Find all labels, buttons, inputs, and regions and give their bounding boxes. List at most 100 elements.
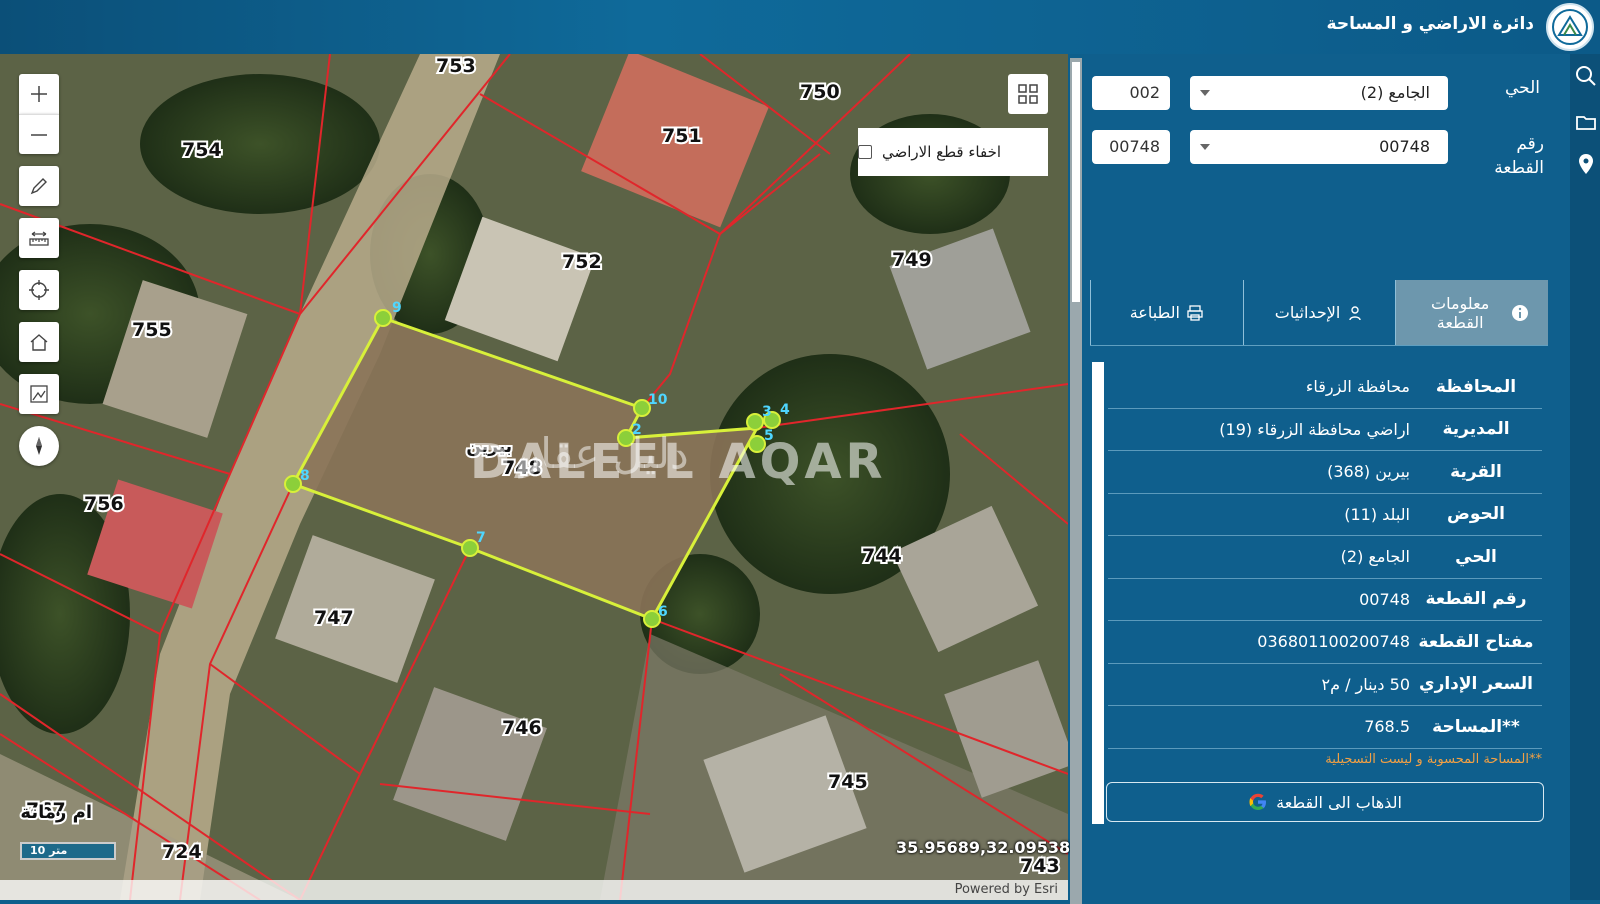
folder-icon[interactable]: [1574, 110, 1598, 134]
compass-button[interactable]: [19, 426, 59, 466]
place-label: ام رمانة: [20, 802, 92, 823]
chevron-down-icon: [1200, 90, 1210, 96]
parcel-label: 753: [436, 55, 476, 77]
vertex-label: 4: [780, 402, 790, 418]
watermark: DALEEL AQAR: [470, 434, 887, 490]
parcel-select-value: 00748: [1379, 137, 1430, 156]
esri-attribution: Powered by Esri: [0, 880, 1068, 900]
info-value: بيرين (368): [1327, 462, 1410, 482]
info-value: الجامع (2): [1340, 547, 1410, 567]
info-row: المحافظة محافظة الزرقاء: [1108, 366, 1542, 409]
parcel-info-table: المحافظة محافظة الزرقاء المديرية اراضي محا…: [1108, 366, 1542, 749]
info-row: رقم القطعة 00748: [1108, 579, 1542, 621]
goto-parcel-label: الذهاب الى القطعة: [1276, 792, 1402, 812]
area-measure-button[interactable]: [19, 374, 59, 414]
home-button[interactable]: [19, 322, 59, 362]
info-scrollbar[interactable]: [1092, 362, 1104, 824]
vertex-label: 9: [392, 300, 402, 316]
search-icon[interactable]: [1574, 64, 1598, 88]
lands-department-logo-icon[interactable]: [1546, 3, 1594, 51]
info-key: الحوض: [1447, 504, 1505, 525]
map-scrollbar[interactable]: [1070, 58, 1082, 904]
parcel-select[interactable]: 00748: [1190, 130, 1448, 164]
basemap-toggle-button[interactable]: [1008, 74, 1048, 114]
parcel-label: 752: [562, 251, 602, 273]
scale-bar: 10 متر: [20, 842, 116, 860]
measure-button[interactable]: [19, 218, 59, 258]
info-icon: [1512, 304, 1529, 321]
zoom-in-button[interactable]: [19, 74, 59, 114]
info-value: 768.5: [1364, 717, 1410, 737]
tab-print[interactable]: الطباعة: [1090, 280, 1243, 345]
ruler-icon: [29, 231, 49, 246]
info-key: المحافظة: [1435, 376, 1517, 397]
parcel-code-input[interactable]: 00748: [1092, 130, 1170, 164]
map-view[interactable]: 753 750 751 754 752 749 755 748 756 744 …: [0, 54, 1068, 900]
vertex-label: 10: [648, 392, 668, 408]
goto-parcel-button[interactable]: الذهاب الى القطعة: [1106, 782, 1544, 822]
district-label: الحي: [1504, 78, 1540, 98]
parcel-label: 747: [314, 607, 354, 629]
locate-button[interactable]: [19, 270, 59, 310]
location-person-icon: [1349, 305, 1361, 320]
hide-parcels-checkbox[interactable]: [858, 145, 872, 159]
area-note: **المساحة المحسوبة و ليست التسجيلية: [1325, 752, 1542, 767]
info-row: الحي الجامع (2): [1108, 536, 1542, 579]
info-row: **المساحة 768.5: [1108, 706, 1542, 749]
vertex-label: 6: [658, 604, 668, 620]
area-icon: [30, 385, 48, 403]
parcel-number-label: رقم القطعة: [1494, 134, 1544, 178]
zoom-out-button[interactable]: [19, 114, 59, 154]
info-key: المديرية: [1442, 419, 1510, 440]
info-row: المديرية اراضي محافظة الزرقاء (19): [1108, 409, 1542, 451]
coordinates-readout: 35.95689,32.09538: [896, 838, 1071, 857]
scrollbar-thumb[interactable]: [1072, 62, 1080, 302]
info-row: القرية بيرين (368): [1108, 451, 1542, 494]
crosshair-icon: [29, 280, 49, 300]
info-row: السعر الإداري 50 دينار / م٢: [1108, 664, 1542, 706]
parcel-label: 745: [828, 771, 868, 793]
header-title: دائرة الاراضي و المساحة: [1326, 14, 1534, 34]
panel-tabs: الطباعة الإحداثيات معلومات القطعة: [1090, 280, 1549, 346]
info-key: القرية: [1450, 461, 1502, 482]
parcel-label: 744: [862, 545, 902, 567]
parcel-label: 750: [800, 81, 840, 103]
district-select-value: الجامع (2): [1360, 83, 1430, 102]
map-pin-icon[interactable]: [1574, 152, 1598, 176]
district-select[interactable]: الجامع (2): [1190, 76, 1448, 110]
district-code-input[interactable]: 002: [1092, 76, 1170, 110]
info-row: مفتاح القطعة 036801100200748: [1108, 621, 1542, 664]
parcel-label: 749: [892, 249, 932, 271]
plus-icon: [31, 86, 47, 102]
info-value: 036801100200748: [1257, 632, 1410, 652]
info-key: **المساحة: [1432, 716, 1520, 737]
tab-coordinates-label: الإحداثيات: [1274, 303, 1341, 322]
info-value: البلد (11): [1344, 504, 1410, 524]
vertex-label: 8: [300, 468, 310, 484]
info-row: الحوض البلد (11): [1108, 494, 1542, 536]
hide-parcels-toggle[interactable]: اخفاء قطع الاراضي: [858, 128, 1048, 176]
tab-coordinates[interactable]: الإحداثيات: [1242, 280, 1396, 345]
info-key: الحي: [1455, 546, 1497, 567]
parcel-label: 724: [162, 841, 202, 863]
pencil-icon: [30, 178, 47, 195]
right-sidebar: [1570, 54, 1600, 900]
minus-icon: [31, 133, 47, 136]
printer-icon: [1187, 304, 1203, 321]
info-key: رقم القطعة: [1425, 589, 1527, 610]
parcel-label: 743: [1020, 855, 1060, 877]
hide-parcels-label: اخفاء قطع الاراضي: [882, 143, 1002, 161]
tab-parcel-info-label: معلومات القطعة: [1431, 293, 1490, 332]
app-header: دائرة الاراضي و المساحة: [0, 0, 1600, 54]
vertex-label: 3: [762, 404, 772, 420]
vertex-label: 7: [476, 530, 486, 546]
parcel-label: 746: [502, 717, 542, 739]
draw-button[interactable]: [19, 166, 59, 206]
grid-icon: [1018, 84, 1038, 104]
chevron-down-icon: [1200, 144, 1210, 150]
compass-icon: [36, 437, 42, 455]
google-icon: [1249, 793, 1267, 810]
tab-parcel-info[interactable]: معلومات القطعة: [1395, 280, 1549, 345]
info-value: 50 دينار / م٢: [1321, 674, 1410, 694]
info-value: محافظة الزرقاء: [1305, 377, 1410, 397]
